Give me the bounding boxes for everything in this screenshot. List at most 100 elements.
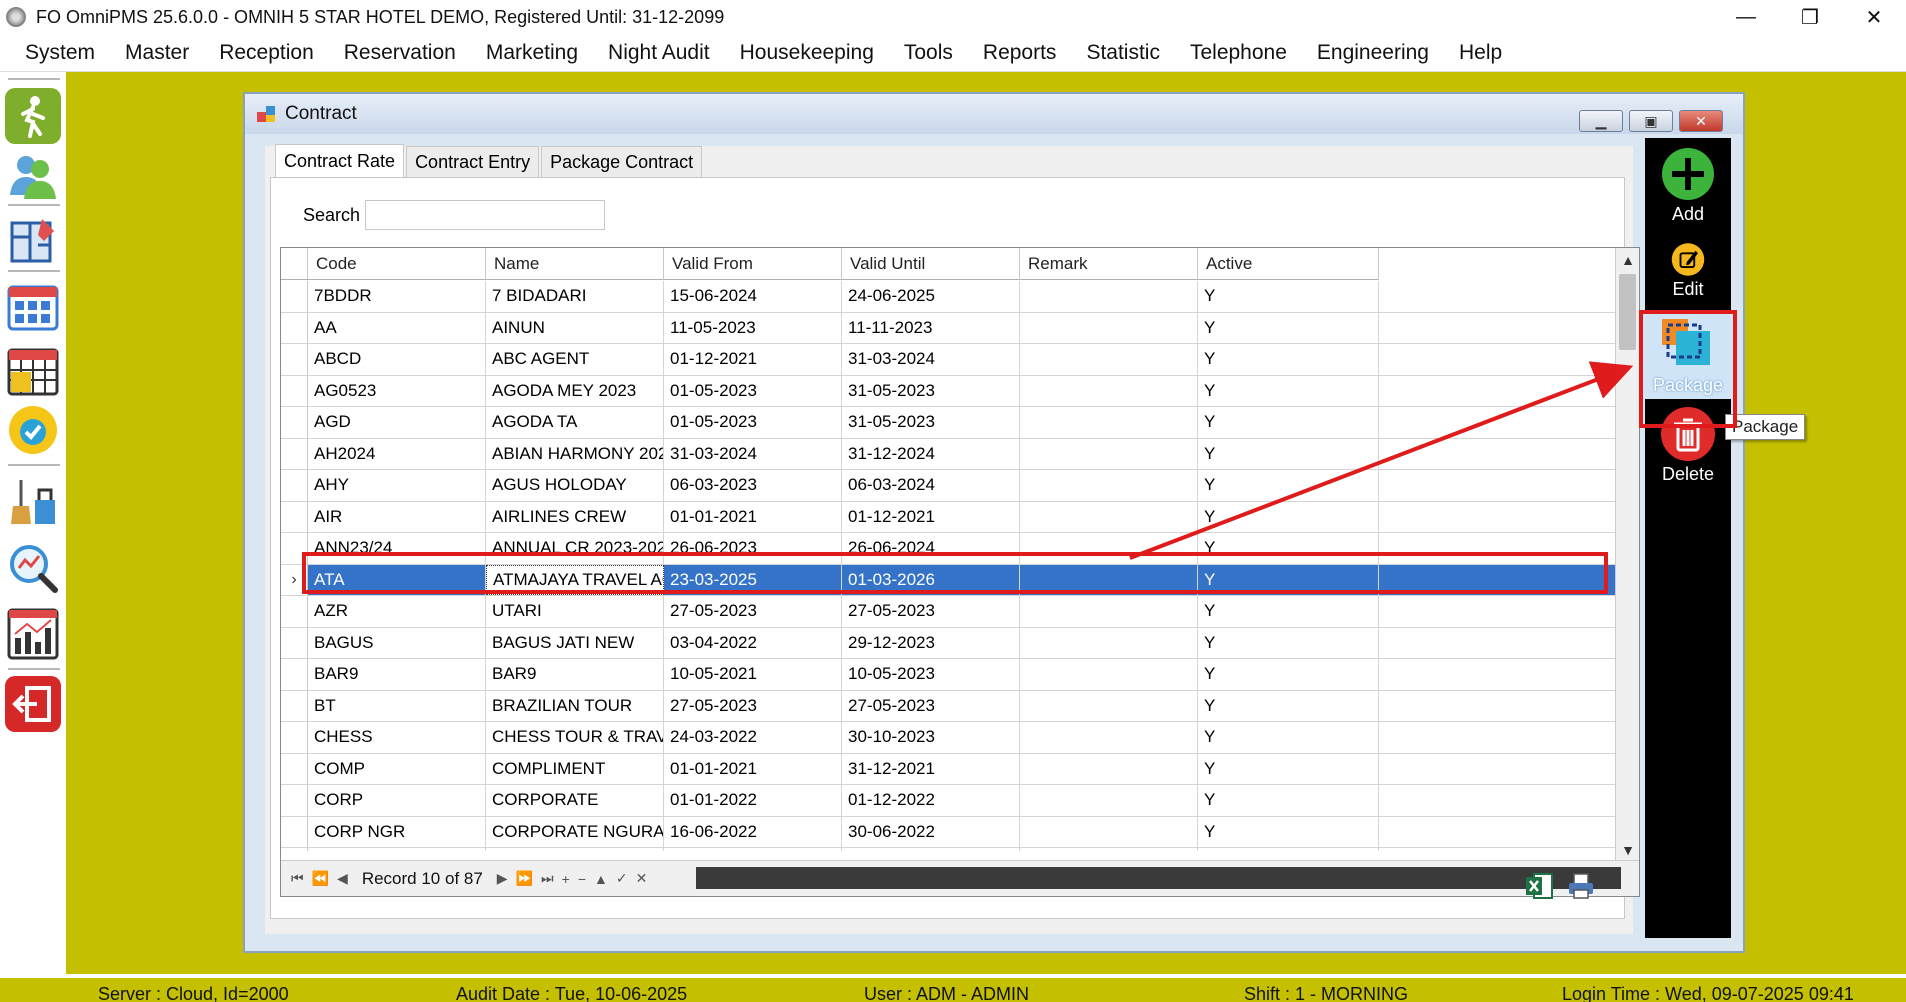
cell-valid-from[interactable]: 15-06-2024	[664, 281, 842, 312]
cell-remark[interactable]	[1020, 375, 1198, 406]
table-row[interactable]: CHESSCHESS TOUR & TRAVEL24-03-202230-10-…	[281, 722, 1616, 754]
nav-right-button-2[interactable]: ⏭	[541, 870, 554, 887]
cell-code[interactable]: AHY	[308, 470, 486, 501]
add-button[interactable]: Add	[1645, 146, 1731, 225]
nav-left-button-0[interactable]: ⏮	[291, 870, 304, 887]
window-minimize-button[interactable]: ▁	[1579, 110, 1623, 132]
minimize-button[interactable]: —	[1714, 0, 1778, 34]
cell-remark[interactable]	[1020, 722, 1198, 753]
excel-export-icon[interactable]	[1524, 872, 1554, 900]
guests-button[interactable]	[5, 148, 61, 204]
cell-remark[interactable]	[1020, 785, 1198, 816]
grid-horizontal-scrollbar[interactable]	[696, 867, 1621, 889]
menu-item-system[interactable]: System	[0, 41, 110, 65]
tab-contract-rate[interactable]: Contract Rate	[275, 144, 405, 178]
cell-valid-from[interactable]: 03-04-2022	[664, 627, 842, 658]
cell-valid-until[interactable]: 27-05-2023	[842, 596, 1020, 627]
cell-valid-from[interactable]: 08-07-2022	[664, 848, 842, 851]
nav-right-button-1[interactable]: ⏩	[516, 870, 533, 887]
nav-right-button-0[interactable]: ▶	[497, 870, 508, 887]
print-icon[interactable]	[1566, 872, 1596, 900]
cell-active[interactable]: Y	[1198, 470, 1379, 501]
row-selector[interactable]	[281, 659, 308, 690]
row-selector[interactable]	[281, 816, 308, 847]
cell-remark[interactable]	[1020, 312, 1198, 343]
cell-code[interactable]: AH2024	[308, 438, 486, 469]
cell-active[interactable]: Y	[1198, 407, 1379, 438]
cell-active[interactable]: Y	[1198, 753, 1379, 784]
cell-valid-until[interactable]: 31-03-2024	[842, 344, 1020, 375]
cell-code[interactable]: BT	[308, 690, 486, 721]
cell-code[interactable]: CHESS	[308, 722, 486, 753]
cell-valid-from[interactable]: 11-05-2023	[664, 312, 842, 343]
cell-code[interactable]: AA	[308, 312, 486, 343]
cell-valid-from[interactable]: 01-12-2021	[664, 344, 842, 375]
table-row[interactable]: CTRCATUR08-07-202208-07-2025 Y	[281, 848, 1616, 851]
row-selector[interactable]	[281, 438, 308, 469]
cell-valid-from[interactable]: 01-05-2023	[664, 407, 842, 438]
cell-name[interactable]: BRAZILIAN TOUR	[486, 690, 664, 721]
menu-item-reservation[interactable]: Reservation	[329, 41, 471, 65]
cell-valid-until[interactable]: 08-07-2025	[842, 848, 1020, 851]
row-selector[interactable]	[281, 848, 308, 851]
maximize-button[interactable]: ❐	[1778, 0, 1842, 34]
reports-chart-button[interactable]	[5, 606, 61, 662]
row-selector[interactable]	[281, 690, 308, 721]
cell-remark[interactable]	[1020, 344, 1198, 375]
cell-valid-until[interactable]: 31-05-2023	[842, 407, 1020, 438]
cell-code[interactable]: ABCD	[308, 344, 486, 375]
cell-name[interactable]: BAR9	[486, 659, 664, 690]
cell-name[interactable]: CATUR	[486, 848, 664, 851]
housekeeping-button[interactable]	[5, 474, 61, 530]
cell-active[interactable]: Y	[1198, 344, 1379, 375]
column-header-valid-from[interactable]: Valid From	[664, 248, 842, 280]
table-row[interactable]: CORP NGR CORPORATE NGURAH 16-06-2022 30-06-…	[281, 816, 1616, 848]
row-selector[interactable]	[281, 344, 308, 375]
cell-valid-until[interactable]: 31-12-2021	[842, 753, 1020, 784]
window-close-button[interactable]: ✕	[1679, 110, 1723, 132]
cell-name[interactable]: CORPORATE	[486, 785, 664, 816]
cell-valid-from[interactable]: 10-05-2021	[664, 659, 842, 690]
table-row[interactable]: BAGUS BAGUS JATI NEW 03-04-2022 29-12-2023 Y	[281, 627, 1616, 659]
table-row[interactable]: AH2024 ABIAN HARMONY 2024 31-03-2024 31-12-…	[281, 438, 1616, 470]
table-row[interactable]: COMP COMPLIMENT 01-01-2021 31-12-2021 Y	[281, 753, 1616, 785]
scroll-thumb[interactable]	[1619, 274, 1636, 350]
search-analytics-button[interactable]	[5, 540, 61, 596]
table-row[interactable]: BT BRAZILIAN TOUR 27-05-2023 27-05-2023 Y	[281, 690, 1616, 722]
room-plan-button[interactable]	[5, 212, 61, 268]
cell-active[interactable]: Y	[1198, 722, 1379, 753]
nav-right-button-7[interactable]: ✕	[636, 870, 648, 887]
menu-item-marketing[interactable]: Marketing	[471, 41, 593, 65]
nav-left-button-1[interactable]: ⏪	[312, 870, 329, 887]
availability-button[interactable]	[5, 402, 61, 458]
table-row[interactable]: AIR AIRLINES CREW 01-01-2021 01-12-2021 Y	[281, 501, 1616, 533]
nav-right-button-6[interactable]: ✓	[616, 870, 628, 887]
cell-code[interactable]: COMP	[308, 753, 486, 784]
cell-name[interactable]: AGODA MEY 2023	[486, 375, 664, 406]
table-row[interactable]: CORP CORPORATE 01-01-2022 01-12-2022 Y	[281, 785, 1616, 817]
menu-item-housekeeping[interactable]: Housekeeping	[725, 41, 889, 65]
cell-code[interactable]: BAGUS	[308, 627, 486, 658]
cell-valid-until[interactable]: 01-12-2022	[842, 785, 1020, 816]
column-header-active[interactable]: Active	[1198, 248, 1379, 280]
cell-valid-until[interactable]: 10-05-2023	[842, 659, 1020, 690]
cell-remark[interactable]	[1020, 438, 1198, 469]
cell-active[interactable]: Y	[1198, 848, 1379, 851]
cell-code[interactable]: CORP NGR	[308, 816, 486, 847]
cell-name[interactable]: AGODA TA	[486, 407, 664, 438]
menu-item-help[interactable]: Help	[1444, 41, 1517, 65]
cell-valid-from[interactable]: 01-05-2023	[664, 375, 842, 406]
cell-valid-from[interactable]: 16-06-2022	[664, 816, 842, 847]
nav-right-button-3[interactable]: +	[562, 871, 570, 887]
table-row[interactable]: 7BDDR 7 BIDADARI 15-06-2024 24-06-2025 Y	[281, 281, 1616, 313]
cell-code[interactable]: AG0523	[308, 375, 486, 406]
cell-active[interactable]: Y	[1198, 375, 1379, 406]
calendar-2023-button[interactable]	[5, 342, 61, 398]
scroll-up-icon[interactable]: ▲	[1616, 248, 1639, 272]
column-header-remark[interactable]: Remark	[1020, 248, 1198, 280]
row-selector[interactable]	[281, 753, 308, 784]
walk-in-button[interactable]	[5, 88, 61, 144]
cell-remark[interactable]	[1020, 281, 1198, 312]
cell-active[interactable]: Y	[1198, 690, 1379, 721]
cell-remark[interactable]	[1020, 848, 1198, 851]
